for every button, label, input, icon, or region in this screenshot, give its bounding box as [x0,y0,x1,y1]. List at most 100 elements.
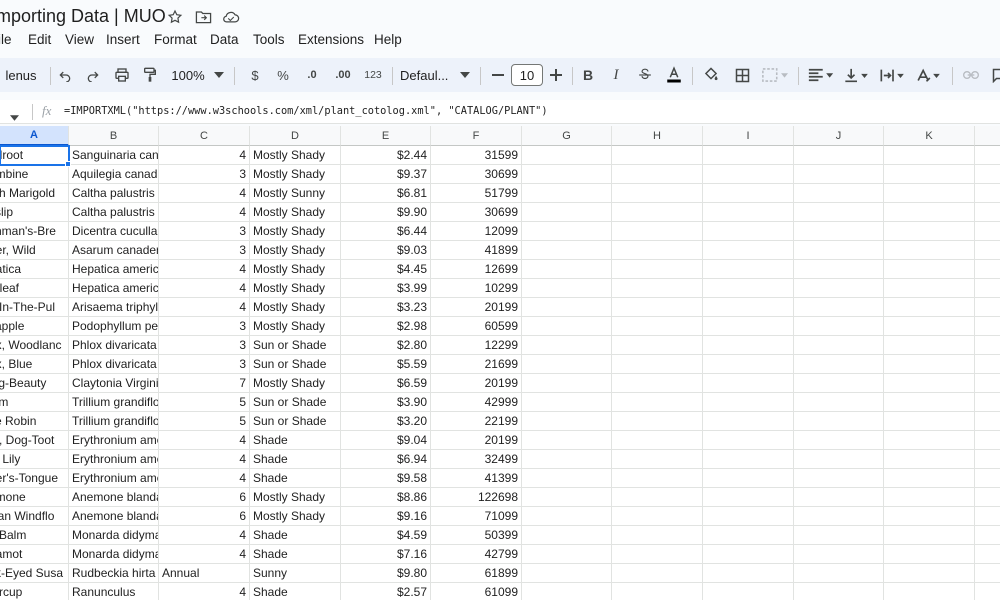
cell[interactable]: Mostly Shady [250,279,341,298]
cell[interactable] [522,355,612,374]
cell[interactable]: k-In-The-Pul [0,298,69,317]
cell[interactable] [522,336,612,355]
cell[interactable] [884,260,975,279]
cell[interactable] [612,412,703,431]
plus-icon[interactable] [548,58,564,92]
undo-icon[interactable] [54,58,76,92]
cell[interactable] [884,279,975,298]
cell[interactable]: Arisaema triphyll [69,298,159,317]
cell[interactable] [703,507,794,526]
cell[interactable]: Rudbeckia hirta [69,564,159,583]
cell[interactable] [794,564,884,583]
cell[interactable]: Sun or Shade [250,412,341,431]
cell[interactable]: 6 [159,507,250,526]
cell[interactable] [522,393,612,412]
cell[interactable]: Shade [250,545,341,564]
cell[interactable] [612,450,703,469]
menu-format[interactable]: Format [154,32,197,47]
cell[interactable] [703,298,794,317]
cell[interactable]: Claytonia Virgini [69,374,159,393]
cell[interactable]: Mostly Shady [250,317,341,336]
cell[interactable] [794,412,884,431]
cell[interactable]: 41399 [431,469,522,488]
cell[interactable]: 71099 [431,507,522,526]
cell[interactable] [884,146,975,165]
cell[interactable] [522,146,612,165]
cell[interactable]: cian Windflo [0,507,69,526]
chevron-down-icon[interactable] [212,58,226,92]
cell[interactable] [612,146,703,165]
cell[interactable] [703,488,794,507]
cell[interactable] [975,260,1000,279]
cell[interactable] [612,317,703,336]
cell[interactable]: Shade [250,526,341,545]
cell[interactable] [612,469,703,488]
fill-handle[interactable] [65,161,71,167]
cell[interactable] [794,317,884,336]
cell[interactable]: Shade [250,469,341,488]
cell[interactable]: Trillium grandiflo [69,393,159,412]
cell[interactable] [794,583,884,600]
cell[interactable]: 5 [159,412,250,431]
cell[interactable]: Monarda didyma [69,545,159,564]
cell[interactable] [794,488,884,507]
cell[interactable]: Mostly Shady [250,488,341,507]
chevron-down-icon[interactable] [458,58,472,92]
cell[interactable] [975,545,1000,564]
cell[interactable] [975,336,1000,355]
cell[interactable]: 4 [159,260,250,279]
cell[interactable] [522,450,612,469]
cell[interactable] [975,317,1000,336]
redo-icon[interactable] [82,58,104,92]
cell[interactable]: 12699 [431,260,522,279]
cell[interactable]: 61099 [431,583,522,600]
cell[interactable] [884,507,975,526]
cell[interactable]: 42999 [431,393,522,412]
menus-search[interactable]: lenus [0,58,44,92]
cell[interactable] [703,184,794,203]
cell[interactable] [522,260,612,279]
text-wrapping-icon[interactable] [878,58,908,92]
cell[interactable]: 3 [159,222,250,241]
paint-format-icon[interactable] [138,58,162,92]
cell[interactable]: $2.44 [341,146,431,165]
document-title[interactable]: Importing Data | MUO [0,6,166,27]
number-format-button[interactable]: 123 [360,58,386,92]
cell[interactable]: 20199 [431,431,522,450]
cell[interactable] [884,545,975,564]
cell[interactable] [522,545,612,564]
cell[interactable] [794,393,884,412]
cell[interactable] [522,583,612,600]
cell[interactable] [975,146,1000,165]
cell[interactable] [522,412,612,431]
minus-icon[interactable] [490,58,506,92]
cell[interactable] [703,279,794,298]
cell[interactable]: Anemone blanda [69,507,159,526]
column-header-e[interactable]: E [341,126,431,146]
cell[interactable]: $3.90 [341,393,431,412]
cell[interactable] [703,222,794,241]
cell[interactable] [794,241,884,260]
cell[interactable] [522,241,612,260]
cell[interactable] [522,165,612,184]
cell[interactable]: Aquilegia canad [69,165,159,184]
cell[interactable] [884,241,975,260]
cell[interactable] [975,279,1000,298]
cell[interactable] [612,488,703,507]
vertical-align-icon[interactable] [842,58,872,92]
cell[interactable] [522,317,612,336]
cell[interactable] [794,507,884,526]
cell[interactable] [975,355,1000,374]
print-icon[interactable] [110,58,134,92]
cell[interactable]: Phlox divaricata [69,355,159,374]
cell[interactable] [612,165,703,184]
cell[interactable]: 32499 [431,450,522,469]
cell[interactable]: et, Dog-Toot [0,431,69,450]
cell[interactable]: Dicentra cucullar [69,222,159,241]
cell[interactable]: ox, Woodlanc [0,336,69,355]
cell[interactable]: Sun or Shade [250,355,341,374]
cell[interactable]: $6.59 [341,374,431,393]
cell[interactable] [794,431,884,450]
cell[interactable] [975,507,1000,526]
cell[interactable] [703,583,794,600]
